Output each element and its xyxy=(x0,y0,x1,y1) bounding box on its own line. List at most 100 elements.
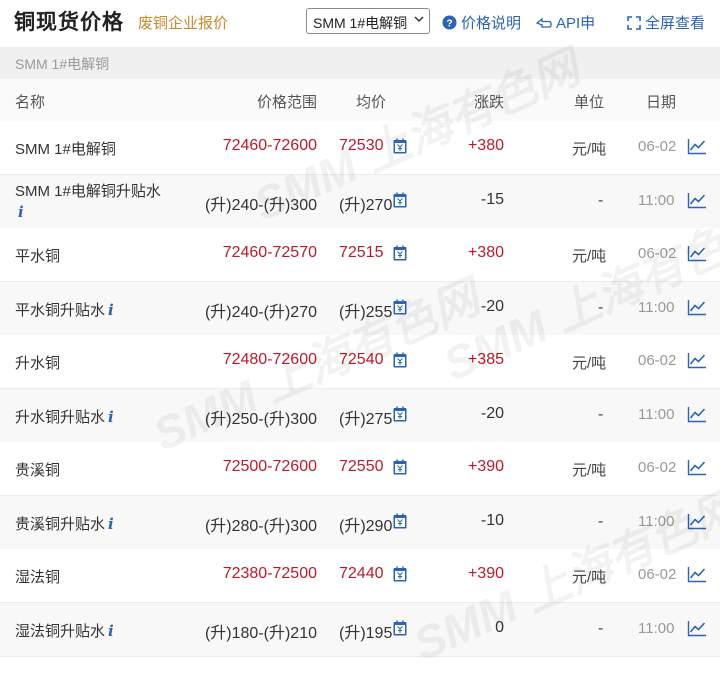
price-change: 0 xyxy=(495,618,504,636)
price-range: 72500-72600 xyxy=(222,458,317,475)
api-link[interactable]: API申 xyxy=(535,12,596,33)
date: 06-02 xyxy=(638,566,677,583)
trend-chart-icon[interactable] xyxy=(687,406,707,423)
date: 06-02 xyxy=(638,138,677,155)
table-row: 平水铜升贴水 i (升)240-(升)270 (升)255 -20 - 11:00 xyxy=(0,281,720,336)
price-range: (升)240-(升)300 xyxy=(204,196,317,214)
table-header: 名称 价格范围 均价 涨跌 单位 日期 xyxy=(0,79,720,121)
price-change: -20 xyxy=(480,404,504,422)
row-name: SMM 1#电解铜 xyxy=(15,141,116,158)
average-price: 72440 xyxy=(339,565,384,582)
table-row: SMM 1#电解铜升贴水 i (升)240-(升)300 (升)270 -15 - 11:0… xyxy=(0,174,720,229)
unit: - xyxy=(598,405,604,423)
date: 11:00 xyxy=(638,619,675,637)
price-range: (升)280-(升)300 xyxy=(204,517,317,535)
price-change: +380 xyxy=(467,137,504,154)
price-change: +390 xyxy=(467,565,504,582)
unit: - xyxy=(598,298,604,316)
col-name: 名称 xyxy=(15,94,46,111)
price-change: -10 xyxy=(480,511,504,529)
price-note-label: 价格说明 xyxy=(461,15,522,32)
unit: 元/吨 xyxy=(572,355,607,372)
price-change: +390 xyxy=(467,458,504,475)
question-icon: ? xyxy=(442,15,457,30)
trend-chart-icon[interactable] xyxy=(687,513,707,530)
date: 11:00 xyxy=(638,512,675,530)
info-icon[interactable]: i xyxy=(108,622,114,640)
calendar-icon[interactable] xyxy=(393,513,407,529)
trend-chart-icon[interactable] xyxy=(687,352,707,369)
price-range: (升)250-(升)300 xyxy=(204,410,317,428)
col-price-range: 价格范围 xyxy=(257,94,318,111)
col-change: 涨跌 xyxy=(474,94,505,111)
price-note-link[interactable]: ? 价格说明 xyxy=(442,12,521,33)
average-price: 72540 xyxy=(339,351,384,368)
table-row: 湿法铜升贴水 i (升)180-(升)210 (升)195 0-11:00 xyxy=(0,602,720,657)
trend-chart-icon[interactable] xyxy=(687,245,707,262)
trend-chart-icon[interactable] xyxy=(687,299,707,316)
unit: - xyxy=(598,512,604,530)
fullscreen-link[interactable]: 全屏查看 xyxy=(627,12,705,33)
hand-pointer-icon xyxy=(535,17,552,28)
api-label: API申 xyxy=(556,15,596,32)
price-range: (升)240-(升)270 xyxy=(204,303,317,321)
product-select[interactable]: SMM 1#电解铜 xyxy=(306,8,430,34)
price-change: +380 xyxy=(467,244,504,261)
table-row: 贵溪铜升贴水 i (升)280-(升)300 (升)290 -10 - 11:00 xyxy=(0,495,720,550)
page-title: 铜现货价格 xyxy=(14,11,124,34)
product-select-value: SMM 1#电解铜 xyxy=(313,15,408,31)
calendar-icon[interactable] xyxy=(393,566,407,582)
average-price: (升)270 xyxy=(339,196,393,214)
average-price: (升)195 xyxy=(339,624,393,642)
col-unit: 单位 xyxy=(574,94,605,111)
info-icon[interactable]: i xyxy=(108,408,114,426)
info-icon[interactable]: i xyxy=(108,515,114,533)
row-name: 平水铜升贴水 i xyxy=(15,300,114,319)
table-row: SMM 1#电解铜 72460-72600 72530 +380 元/吨 06-02 xyxy=(0,121,720,175)
price-range: 72480-72600 xyxy=(222,351,317,368)
row-name: 贵溪铜 xyxy=(15,462,61,479)
trend-chart-icon[interactable] xyxy=(687,459,707,476)
trend-chart-icon[interactable] xyxy=(687,620,707,637)
calendar-icon[interactable] xyxy=(393,245,407,261)
date: 06-02 xyxy=(638,459,677,476)
unit: - xyxy=(598,191,604,209)
trend-chart-icon[interactable] xyxy=(687,192,707,209)
col-average: 均价 xyxy=(356,94,387,111)
svg-text:?: ? xyxy=(446,18,452,29)
calendar-icon[interactable] xyxy=(393,138,407,154)
table-row: 湿法铜 72380-72500 72440 +390 元/吨 06-02 xyxy=(0,549,720,603)
trend-chart-icon[interactable] xyxy=(687,566,707,583)
table-row: 平水铜 72460-72570 72515 +380 元/吨 06-02 xyxy=(0,228,720,282)
calendar-icon[interactable] xyxy=(393,299,407,315)
calendar-icon[interactable] xyxy=(393,459,407,475)
fullscreen-label: 全屏查看 xyxy=(645,15,706,32)
row-name: 湿法铜升贴水 i xyxy=(15,621,114,640)
price-range: (升)180-(升)210 xyxy=(204,624,317,642)
average-price: (升)255 xyxy=(339,303,393,321)
average-price: 72550 xyxy=(339,458,384,475)
scrap-price-link[interactable]: 废铜企业报价 xyxy=(138,12,228,33)
row-name: 升水铜升贴水 i xyxy=(15,407,114,426)
section-label: SMM 1#电解铜 xyxy=(15,56,110,72)
fullscreen-icon xyxy=(627,16,641,30)
date: 11:00 xyxy=(638,191,675,209)
calendar-icon[interactable] xyxy=(393,620,407,636)
price-range: 72380-72500 xyxy=(222,565,317,582)
col-date: 日期 xyxy=(646,94,677,111)
info-icon[interactable]: i xyxy=(108,301,114,319)
unit: 元/吨 xyxy=(572,248,607,265)
average-price: 72530 xyxy=(339,137,384,154)
info-icon[interactable]: i xyxy=(18,203,24,221)
date: 06-02 xyxy=(638,352,677,369)
calendar-icon[interactable] xyxy=(393,352,407,368)
calendar-icon[interactable] xyxy=(393,406,407,422)
average-price: (升)290 xyxy=(339,517,393,535)
price-range: 72460-72600 xyxy=(222,137,317,154)
table-row: 升水铜升贴水 i (升)250-(升)300 (升)275 -20 - 11:00 xyxy=(0,388,720,443)
price-change: -20 xyxy=(480,297,504,315)
table-row: 升水铜 72480-72600 72540 +385 元/吨 06-02 xyxy=(0,335,720,389)
row-name: 湿法铜 xyxy=(15,569,61,586)
calendar-icon[interactable] xyxy=(393,192,407,208)
trend-chart-icon[interactable] xyxy=(687,138,707,155)
